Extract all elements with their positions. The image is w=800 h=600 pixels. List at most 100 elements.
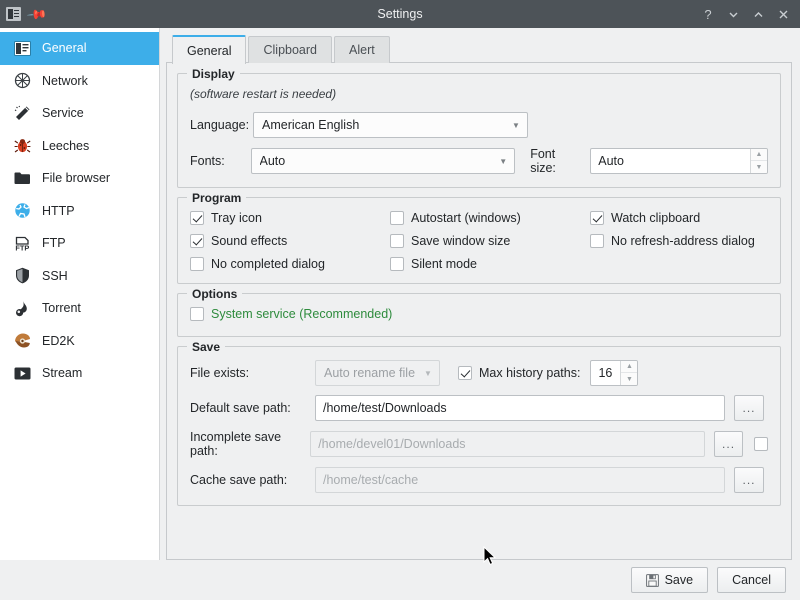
checkbox-box — [390, 211, 404, 225]
checkbox-label: Max history paths: — [479, 366, 580, 380]
checkbox-max-history-paths[interactable]: Max history paths: — [458, 366, 580, 380]
checkbox-box — [390, 234, 404, 248]
help-button[interactable]: ? — [697, 3, 719, 25]
chevron-down-icon: ▼ — [509, 121, 523, 130]
sidebar-item-stream[interactable]: Stream — [0, 357, 159, 390]
checkbox-label: No refresh-address dialog — [611, 234, 755, 248]
sidebar-item-service[interactable]: Service — [0, 97, 159, 130]
checkbox-watch-clipboard[interactable]: Watch clipboard — [590, 211, 768, 225]
cancel-button[interactable]: Cancel — [717, 567, 786, 593]
cache-save-path-browse-button[interactable]: ... — [734, 467, 764, 493]
cache-save-path-input[interactable]: /home/test/cache — [315, 467, 725, 493]
sidebar-item-label: File browser — [42, 171, 110, 185]
tab-general[interactable]: General — [172, 35, 246, 64]
spinner-buttons: ▲ ▼ — [750, 149, 767, 173]
default-save-path-input[interactable]: /home/test/Downloads — [315, 395, 725, 421]
tab-clipboard[interactable]: Clipboard — [248, 36, 332, 63]
default-save-path-browse-button[interactable]: ... — [734, 395, 764, 421]
app-window-icon — [6, 7, 21, 21]
checkbox-incomplete-save-path-enable[interactable] — [754, 437, 768, 451]
ellipsis-icon: ... — [742, 401, 755, 415]
checkbox-box — [190, 211, 204, 225]
settings-window: 📌 Settings ? — [0, 0, 800, 600]
spinner-up-icon[interactable]: ▲ — [621, 361, 637, 373]
general-icon — [13, 39, 31, 57]
tab-label: General — [187, 44, 231, 58]
sidebar-item-ssh[interactable]: SSH — [0, 260, 159, 293]
sidebar-item-http[interactable]: HTTP — [0, 195, 159, 228]
checkbox-autostart-windows[interactable]: Autostart (windows) — [390, 211, 590, 225]
tab-alert[interactable]: Alert — [334, 36, 390, 63]
floppy-disk-icon — [646, 574, 659, 587]
spinner-down-icon[interactable]: ▼ — [621, 373, 637, 385]
default-save-path-label: Default save path: — [190, 401, 315, 415]
close-button[interactable] — [772, 3, 794, 25]
sidebar-item-ed2k[interactable]: ED2K — [0, 325, 159, 358]
max-history-spinner[interactable]: 16 ▲ ▼ — [590, 360, 638, 386]
sidebar-item-label: Stream — [42, 366, 82, 380]
default-save-path-value: /home/test/Downloads — [323, 401, 447, 415]
save-button[interactable]: Save — [631, 567, 709, 593]
checkbox-no-completed-dialog[interactable]: No completed dialog — [190, 257, 390, 271]
spinner-down-icon[interactable]: ▼ — [751, 161, 767, 173]
group-options-legend: Options — [187, 287, 242, 301]
checkbox-sound-effects[interactable]: Sound effects — [190, 234, 390, 248]
sidebar-item-label: SSH — [42, 269, 68, 283]
maximize-button[interactable] — [747, 3, 769, 25]
sidebar-item-label: Torrent — [42, 301, 81, 315]
fonts-combo[interactable]: Auto ▼ — [251, 148, 516, 174]
checkbox-label: Autostart (windows) — [411, 211, 521, 225]
language-row: Language: American English ▼ — [190, 112, 768, 138]
group-options: Options System service (Recommended) — [177, 293, 781, 337]
font-size-spinner[interactable]: Auto ▲ ▼ — [590, 148, 768, 174]
window-body: General Network — [0, 28, 800, 560]
checkbox-tray-icon[interactable]: Tray icon — [190, 211, 390, 225]
tab-label: Alert — [349, 43, 375, 57]
fonts-value: Auto — [260, 154, 497, 168]
settings-sidebar: General Network — [0, 28, 160, 560]
sidebar-item-label: HTTP — [42, 204, 75, 218]
cache-save-path-value: /home/test/cache — [323, 473, 418, 487]
incomplete-save-path-input[interactable]: /home/devel01/Downloads — [310, 431, 705, 457]
leeches-icon — [13, 137, 31, 155]
ftp-icon: FTP — [13, 234, 31, 252]
group-save: Save File exists: Auto rename file ▼ Max… — [177, 346, 781, 506]
network-icon — [13, 72, 31, 90]
sidebar-item-general[interactable]: General — [0, 32, 159, 65]
sidebar-item-ftp[interactable]: FTP FTP — [0, 227, 159, 260]
http-icon — [13, 202, 31, 220]
incomplete-save-path-browse-button[interactable]: ... — [714, 431, 743, 457]
sidebar-item-network[interactable]: Network — [0, 65, 159, 98]
sidebar-item-leeches[interactable]: Leeches — [0, 130, 159, 163]
file-exists-combo[interactable]: Auto rename file ▼ — [315, 360, 440, 386]
spinner-up-icon[interactable]: ▲ — [751, 149, 767, 161]
checkbox-box — [590, 234, 604, 248]
group-program: Program Tray icon Autostart (windows) — [177, 197, 781, 284]
minimize-button[interactable] — [722, 3, 744, 25]
cache-save-path-label: Cache save path: — [190, 473, 315, 487]
title-bar-buttons: ? — [697, 3, 800, 25]
checkbox-box — [590, 211, 604, 225]
checkbox-silent-mode[interactable]: Silent mode — [390, 257, 590, 271]
group-display-legend: Display — [187, 67, 240, 81]
checkbox-system-service[interactable]: System service (Recommended) — [190, 307, 392, 321]
checkbox-no-refresh-address-dialog[interactable]: No refresh-address dialog — [590, 234, 768, 248]
save-button-label: Save — [665, 573, 694, 587]
sidebar-item-label: ED2K — [42, 334, 75, 348]
ed2k-icon — [13, 332, 31, 350]
window-title: Settings — [0, 7, 800, 21]
tab-label: Clipboard — [263, 43, 317, 57]
chevron-down-icon: ▼ — [421, 369, 435, 378]
checkbox-box — [754, 437, 768, 451]
sidebar-item-torrent[interactable]: Torrent — [0, 292, 159, 325]
sidebar-item-file-browser[interactable]: File browser — [0, 162, 159, 195]
torrent-icon — [13, 299, 31, 317]
dialog-footer: Save Cancel — [0, 560, 800, 600]
checkbox-label: Tray icon — [211, 211, 262, 225]
ellipsis-icon: ... — [722, 437, 735, 451]
pin-icon[interactable]: 📌 — [27, 4, 48, 24]
language-combo[interactable]: American English ▼ — [253, 112, 528, 138]
cancel-button-label: Cancel — [732, 573, 771, 587]
checkbox-save-window-size[interactable]: Save window size — [390, 234, 590, 248]
title-bar-left: 📌 — [0, 7, 45, 21]
